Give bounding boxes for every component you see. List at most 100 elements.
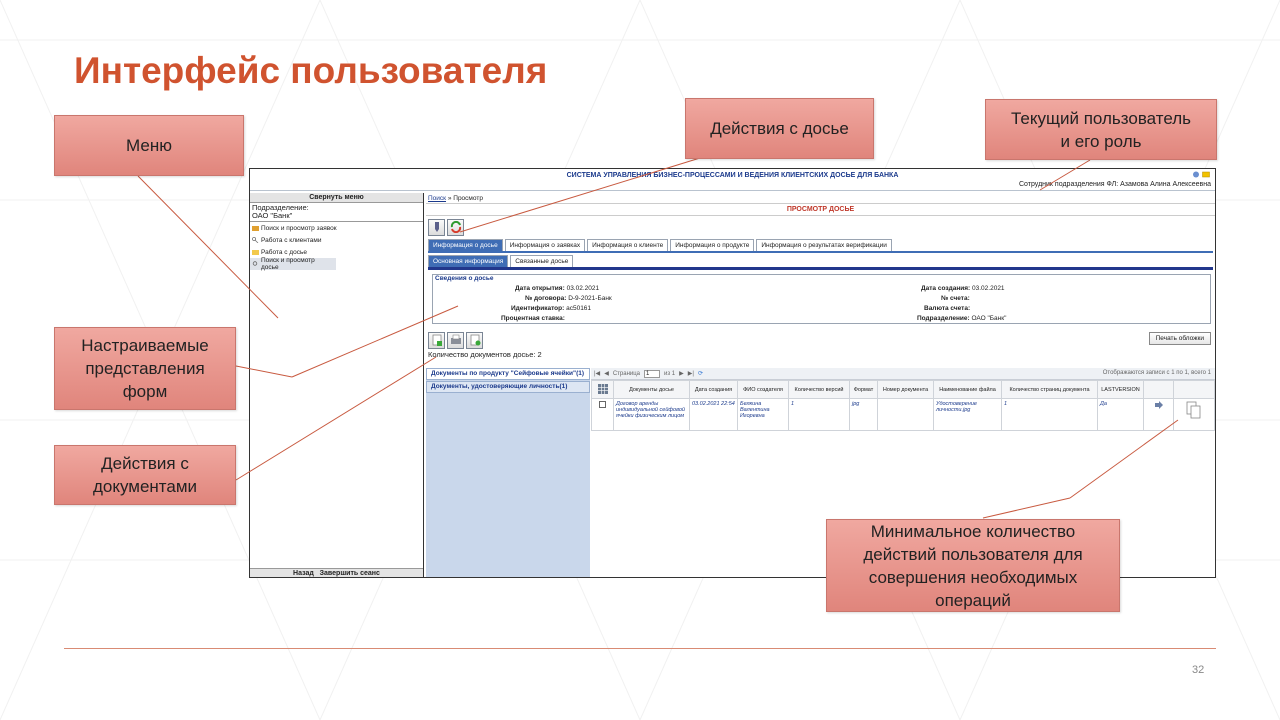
page-number: 32 (1192, 664, 1205, 676)
row-select[interactable] (591, 398, 614, 431)
column-header[interactable]: Дата создания (689, 380, 738, 399)
tab-verification-info[interactable]: Информация о результатах верификации (756, 239, 892, 251)
callout-current-user: Текущий пользователь и его роль (985, 99, 1217, 160)
callout-document-actions: Действия с документами (54, 445, 236, 505)
doc-category-identity[interactable]: Документы, удостоверяющие личность(1) (426, 381, 590, 393)
tab-client-info[interactable]: Информация о клиенте (587, 239, 669, 251)
column-header[interactable]: ФИО создателя (737, 380, 789, 399)
folder-icon (252, 250, 259, 255)
callout-menu: Меню (54, 115, 244, 176)
scanner-icon (450, 334, 461, 344)
records-info: Отображаются записи с 1 по 1, всего 1 (1102, 370, 1211, 376)
sidebar-menu: Свернуть меню Подразделение: ОАО "Банк" … (250, 193, 424, 577)
column-header[interactable]: Количество страниц документа (1001, 380, 1098, 399)
cell-copy[interactable] (1173, 398, 1215, 431)
dossier-tabs: Информация о досье Информация о заявках … (426, 238, 1215, 251)
field-label: Валюта счета: (924, 305, 971, 312)
cell-number (877, 398, 934, 431)
tab-requests-info[interactable]: Информация о заявках (504, 239, 586, 251)
back-button[interactable]: Назад (293, 570, 314, 577)
grid-icon (597, 383, 608, 394)
column-actions (1143, 380, 1174, 399)
field-label: Дата создания: (921, 285, 971, 292)
tab-product-info[interactable]: Информация о продукте (670, 239, 755, 251)
bottom-divider (64, 648, 1216, 649)
sidebar-item-label: Поиск и просмотр заявок (261, 224, 337, 232)
sidebar-item-clients[interactable]: Работа с клиентами (250, 234, 423, 246)
help-icon[interactable] (1192, 171, 1200, 178)
column-header[interactable]: Формат (849, 380, 878, 399)
column-header[interactable]: Документы досье (613, 380, 690, 399)
field-department: Подразделение: ОАО "Банк" (917, 315, 1006, 322)
copy-icon[interactable] (1186, 401, 1202, 419)
collapse-menu-button[interactable]: Свернуть меню (250, 193, 423, 203)
department-value: ОАО "Банк" (252, 211, 293, 220)
document-action-bar: Печать обложки (426, 330, 1215, 350)
arrow-right-icon[interactable] (1154, 401, 1163, 409)
column-copy (1173, 380, 1215, 399)
breadcrumb-search-link[interactable]: Поиск (428, 195, 446, 202)
print-cover-button[interactable]: Печать обложки (1148, 332, 1211, 345)
field-open-date: Дата открытия: 03.02.2021 (515, 285, 599, 292)
end-session-button[interactable]: Завершить сеанс (320, 570, 380, 577)
column-header[interactable]: LASTVERSION (1097, 380, 1144, 399)
dossier-legend: Сведения о досье (435, 275, 494, 282)
callout-text: Настраиваемые представления форм (81, 336, 209, 401)
last-page-icon[interactable]: ▶| (688, 370, 694, 377)
slide-title: Интерфейс пользователя (74, 50, 548, 91)
field-label: Процентная ставка: (501, 315, 565, 322)
pager: |◀ ◀ Страница 1 из 1 ▶ ▶| ⟳ Отображаются… (591, 368, 1215, 380)
documents-table: Документы досье Дата создания ФИО создат… (591, 380, 1215, 431)
page-add-icon (470, 334, 480, 346)
field-label: Подразделение: (917, 315, 970, 322)
prev-page-icon[interactable]: ◀ (604, 370, 609, 377)
field-value: ac50161 (566, 305, 592, 312)
table-header-row: Документы досье Дата создания ФИО создат… (591, 380, 1215, 399)
field-label: № договора: (525, 295, 567, 302)
app-header: СИСТЕМА УПРАВЛЕНИЯ БИЗНЕС-ПРОЦЕССАМИ И В… (250, 169, 1215, 191)
sidebar-item-search-dossiers[interactable]: Поиск и просмотр досье (250, 257, 336, 271)
edit-dossier-button[interactable] (428, 218, 445, 236)
cell-open[interactable] (1143, 398, 1174, 431)
first-page-icon[interactable]: |◀ (594, 370, 600, 377)
field-value: 03.02.2021 (972, 285, 1005, 292)
mail-icon[interactable] (1202, 171, 1210, 178)
table-row[interactable]: Договор аренды индивидуальной сейфовой я… (591, 398, 1215, 431)
page-label: Страница (612, 370, 641, 377)
callout-text: Действия с документами (92, 454, 198, 496)
field-created-date: Дата создания: 03.02.2021 (921, 285, 1005, 292)
callout-custom-forms: Настраиваемые представления форм (54, 327, 236, 410)
next-page-icon[interactable]: ▶ (679, 370, 684, 377)
subtab-linked-dossiers[interactable]: Связанные досье (510, 255, 574, 267)
column-header[interactable]: Наименование файла (933, 380, 1002, 399)
cell-lastversion: Да (1097, 398, 1144, 431)
column-select-all[interactable] (591, 380, 614, 399)
add-document-button[interactable] (428, 331, 445, 349)
callout-minimal-actions: Минимальное количество действий пользова… (826, 519, 1120, 612)
document-categories: Документы по продукту "Сейфовые ячейки"(… (426, 368, 590, 577)
doc-category-safe-deposit[interactable]: Документы по продукту "Сейфовые ячейки"(… (426, 368, 590, 380)
page-input[interactable]: 1 (644, 369, 661, 378)
tab-dossier-info[interactable]: Информация о досье (428, 239, 503, 251)
breadcrumb-separator: » (447, 195, 452, 202)
column-header[interactable]: Номер документа (877, 380, 934, 399)
column-header[interactable]: Количество версий (788, 380, 850, 399)
field-label: Идентификатор: (511, 305, 565, 312)
cell-filename[interactable]: Удостоверение личности.jpg (933, 398, 1002, 431)
sidebar-item-label: Работа с клиентами (261, 236, 322, 244)
view-title: ПРОСМОТР ДОСЬЕ (426, 204, 1215, 216)
callout-text: Минимальное количество действий пользова… (863, 521, 1083, 610)
page-of-label: из 1 (664, 370, 676, 377)
add-page-button[interactable] (466, 331, 483, 349)
department-info: Подразделение: ОАО "Банк" (250, 203, 423, 222)
search-icon (252, 261, 258, 266)
subtab-main-info[interactable]: Основная информация (428, 255, 509, 267)
app-title: СИСТЕМА УПРАВЛЕНИЯ БИЗНЕС-ПРОЦЕССАМИ И В… (566, 172, 899, 179)
refresh-icon[interactable]: ⟳ (698, 370, 703, 377)
sidebar-item-search-requests[interactable]: Поиск и просмотр заявок (250, 222, 423, 234)
row-checkbox[interactable] (599, 401, 606, 408)
cell-creator: Белкина Валентина Игоревна (737, 398, 789, 431)
scan-document-button[interactable] (447, 331, 464, 349)
refresh-dossier-button[interactable] (447, 218, 464, 236)
cell-doc[interactable]: Договор аренды индивидуальной сейфовой я… (613, 398, 690, 431)
